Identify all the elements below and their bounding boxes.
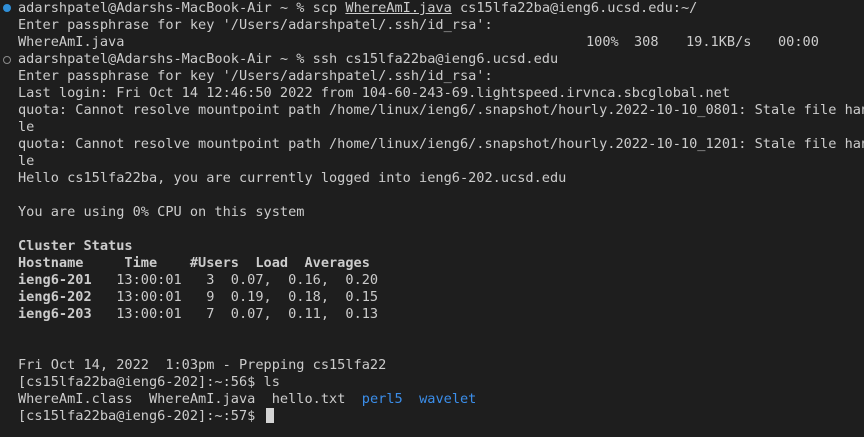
shell-prompt: adarshpatel@Adarshs-MacBook-Air ~ % <box>18 51 313 67</box>
cluster-row: ieng6-201 13:00:01 3 0.07, 0.16, 0.20 <box>18 272 378 289</box>
ls-output: WhereAmI.class WhereAmI.java hello.txt p… <box>18 391 476 408</box>
file-entry: WhereAmI.java <box>148 391 256 407</box>
transfer-filename: WhereAmI.java <box>18 34 125 50</box>
shell-prompt: adarshpatel@Adarshs-MacBook-Air ~ % <box>18 0 313 16</box>
motd-banner: Fri Oct 14, 2022 1:03pm - Prepping cs15l… <box>18 357 387 373</box>
cpu-usage-line: You are using 0% CPU on this system <box>18 204 305 220</box>
terminal-window[interactable]: adarshpatel@Adarshs-MacBook-Air ~ % scp … <box>0 0 864 437</box>
quota-warning-1-wrap: le <box>18 119 35 135</box>
quota-warning-1: quota: Cannot resolve mountpoint path /h… <box>18 102 864 118</box>
remote-prompt: [cs15lfa22ba@ieng6-202]:~:56$ <box>18 374 264 390</box>
transfer-progress-line: WhereAmI.java 100% 308 19.1KB/s 00:00 <box>18 34 848 51</box>
directory-entry: wavelet <box>419 391 477 407</box>
ls-command: ls <box>263 374 280 390</box>
ssh-command-line: adarshpatel@Adarshs-MacBook-Air ~ % ssh … <box>18 51 558 68</box>
transfer-percent: 100% <box>586 34 619 50</box>
cluster-status-title: Cluster Status <box>18 238 133 254</box>
scp-command-line: adarshpatel@Adarshs-MacBook-Air ~ % scp … <box>18 0 697 17</box>
file-entry: WhereAmI.class <box>18 391 133 407</box>
text-cursor <box>265 408 274 423</box>
file-entry: hello.txt <box>271 391 346 407</box>
transfer-size: 308 <box>634 34 659 50</box>
scp-destination: cs15lfa22ba@ieng6.ucsd.edu:~/ <box>451 0 698 16</box>
cluster-hostname: ieng6-202 <box>18 289 92 305</box>
final-prompt-line[interactable]: [cs15lfa22ba@ieng6-202]:~:57$ <box>18 408 274 425</box>
transfer-time: 00:00 <box>778 34 819 50</box>
quota-warning-2: quota: Cannot resolve mountpoint path /h… <box>18 136 864 152</box>
ssh-command: ssh cs15lfa22ba@ieng6.ucsd.edu <box>312 51 559 67</box>
quota-warning-2-wrap: le <box>18 153 35 169</box>
directory-entry: perl5 <box>361 391 403 407</box>
ls-command-line: [cs15lfa22ba@ieng6-202]:~:56$ ls <box>18 374 280 391</box>
cluster-stats: 13:00:01 7 0.07, 0.11, 0.13 <box>91 306 379 322</box>
cluster-stats: 13:00:01 9 0.19, 0.18, 0.15 <box>91 289 379 305</box>
remote-prompt: [cs15lfa22ba@ieng6-202]:~:57$ <box>18 408 264 424</box>
cluster-stats: 13:00:01 3 0.07, 0.16, 0.20 <box>91 272 379 288</box>
passphrase-prompt-2: Enter passphrase for key '/Users/adarshp… <box>18 68 493 84</box>
scp-file-link[interactable]: WhereAmI.java <box>345 0 451 16</box>
hello-message: Hello cs15lfa22ba, you are currently log… <box>18 170 567 186</box>
cluster-row: ieng6-203 13:00:01 7 0.07, 0.11, 0.13 <box>18 306 378 323</box>
command-marker-icon[interactable] <box>3 56 11 64</box>
transfer-rate: 19.1KB/s <box>686 34 752 50</box>
passphrase-prompt-1: Enter passphrase for key '/Users/adarshp… <box>18 17 493 33</box>
last-login-line: Last login: Fri Oct 14 12:46:50 2022 fro… <box>18 85 731 101</box>
cluster-hostname: ieng6-203 <box>18 306 92 322</box>
command-success-marker-icon[interactable] <box>3 4 11 12</box>
cluster-hostname: ieng6-201 <box>18 272 92 288</box>
cluster-table-header: Hostname Time #Users Load Averages <box>18 255 370 271</box>
scp-command: scp <box>312 0 346 16</box>
cluster-row: ieng6-202 13:00:01 9 0.19, 0.18, 0.15 <box>18 289 378 306</box>
